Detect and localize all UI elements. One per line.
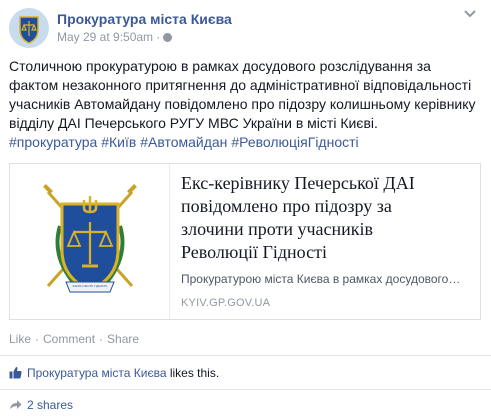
post-timestamp[interactable]: May 29 at 9:50am (57, 30, 153, 44)
post-actions: Like · Comment · Share (9, 332, 139, 346)
shares-link[interactable]: 2 shares (9, 398, 73, 412)
card-title-line: Екс-керівнику Печерської ДАІ (181, 173, 415, 193)
chevron-down-icon[interactable] (463, 8, 477, 20)
card-title[interactable]: Екс-керівнику Печерської ДАІ повідомлено… (181, 172, 469, 264)
card-domain: KYIV.GP.GOV.UA (181, 297, 271, 309)
hashtag-link[interactable]: #Автомайдан (140, 134, 227, 150)
page-avatar[interactable] (9, 8, 49, 48)
shares-count: 2 shares (27, 398, 74, 412)
post-meta: May 29 at 9:50am · (57, 30, 173, 44)
post-text: Столичною прокуратурою в рамках досудово… (9, 57, 483, 152)
post-text-line: фактом незаконного притягнення до адміні… (9, 77, 472, 93)
hashtag-link[interactable]: #Київ (101, 134, 136, 150)
post-header: Прокуратура міста Києва May 29 at 9:50am… (9, 8, 483, 48)
meta-separator: · (156, 30, 161, 44)
prosecutor-emblem-icon (9, 8, 49, 48)
hashtag-link[interactable]: #РеволюціяГідності (231, 134, 358, 150)
likes-summary: Прокуратура міста Києва likes this. (9, 366, 219, 380)
like-button[interactable]: Like (9, 332, 31, 346)
globe-icon (163, 33, 173, 42)
facebook-post: Прокуратура міста Києва May 29 at 9:50am… (0, 0, 491, 418)
page-name-link[interactable]: Прокуратура міста Києва (57, 11, 232, 27)
card-title-line: злочини проти учасників (181, 219, 374, 239)
action-separator: · (99, 332, 104, 346)
link-preview-card[interactable]: ЗАКОН ЧЕСТЬ ГІДНІСТЬ Екс-керівнику Печер… (9, 163, 481, 320)
comment-button[interactable]: Comment (43, 332, 95, 346)
post-text-line: учасників Автомайдану повідомлено про пі… (9, 96, 476, 112)
card-body: Екс-керівнику Печерської ДАІ повідомлено… (181, 172, 469, 309)
post-text-line: Столичною прокуратурою в рамках досудово… (9, 58, 431, 74)
thumbs-up-icon (9, 367, 22, 379)
card-thumbnail: ЗАКОН ЧЕСТЬ ГІДНІСТЬ (10, 164, 170, 319)
share-arrow-icon (10, 400, 22, 409)
divider (0, 355, 491, 356)
prosecutor-emblem-icon (43, 184, 137, 293)
card-title-line: Революції Гідності (181, 242, 327, 262)
divider (0, 389, 491, 390)
hashtag-row: #прокуратура #Київ #Автомайдан #Революці… (9, 133, 483, 152)
liker-link[interactable]: Прокуратура міста Києва (27, 366, 167, 380)
action-separator: · (35, 332, 40, 346)
hashtag-link[interactable]: #прокуратура (9, 134, 97, 150)
card-title-line: повідомлено про підозру за (181, 196, 392, 216)
post-text-line: відділу ДАІ Печерського РУГУ МВС України… (9, 115, 378, 131)
emblem-ribbon-text: ЗАКОН ЧЕСТЬ ГІДНІСТЬ (72, 284, 108, 288)
likes-suffix: likes this. (166, 366, 220, 380)
card-description: Прокуратурою міста Києва в рамках досудо… (181, 272, 461, 286)
share-button[interactable]: Share (107, 332, 139, 346)
